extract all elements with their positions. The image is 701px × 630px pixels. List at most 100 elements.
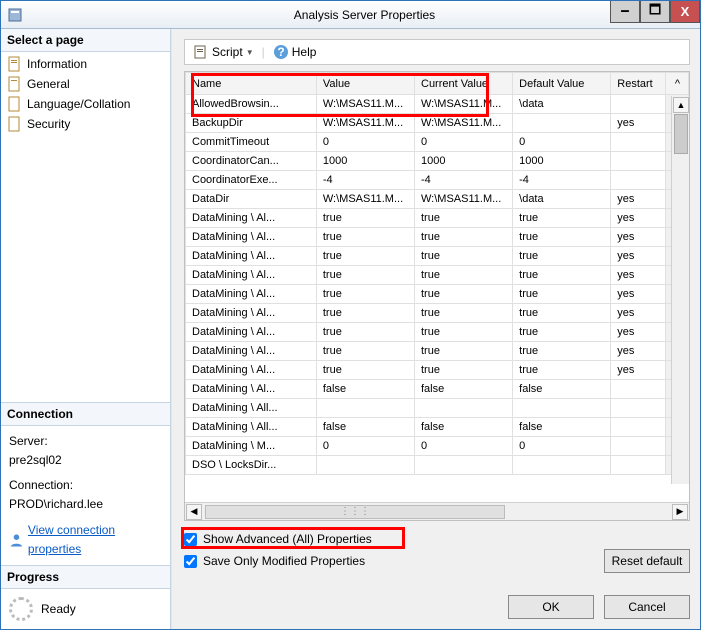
nav-label: General	[27, 77, 70, 91]
cell-value[interactable]: -4	[316, 171, 414, 190]
cell-name: DataMining \ M...	[186, 437, 317, 456]
cell-current	[415, 399, 513, 418]
reset-default-button[interactable]: Reset default	[604, 549, 690, 573]
maximize-button[interactable]: 🗖	[640, 1, 670, 23]
cancel-button[interactable]: Cancel	[604, 595, 690, 619]
cell-value[interactable]: true	[316, 285, 414, 304]
cell-value[interactable]: true	[316, 247, 414, 266]
col-header-value[interactable]: Value	[316, 73, 414, 95]
cell-value[interactable]: true	[316, 209, 414, 228]
table-row[interactable]: DataMining \ Al...truetruetrueyes	[186, 266, 689, 285]
table-row[interactable]: DataMining \ Al...truetruetrueyes	[186, 323, 689, 342]
cell-name: CoordinatorCan...	[186, 152, 317, 171]
show-advanced-input[interactable]	[184, 533, 197, 546]
cell-value[interactable]: W:\MSAS11.M...	[316, 190, 414, 209]
table-row[interactable]: DataMining \ Al...truetruetrueyes	[186, 228, 689, 247]
scroll-left-icon[interactable]: ◀	[186, 504, 202, 520]
view-connection-link[interactable]: View connection properties	[28, 521, 162, 559]
cell-name: DataDir	[186, 190, 317, 209]
cell-value[interactable]: true	[316, 361, 414, 380]
nav-information[interactable]: Information	[1, 54, 170, 74]
cell-value[interactable]: true	[316, 342, 414, 361]
cell-current: true	[415, 209, 513, 228]
scroll-thumb[interactable]	[674, 114, 688, 154]
ok-button[interactable]: OK	[508, 595, 594, 619]
cell-current: true	[415, 285, 513, 304]
close-button[interactable]: X	[670, 1, 700, 23]
nav-label: Information	[27, 57, 87, 71]
cell-value[interactable]: false	[316, 380, 414, 399]
cell-current: false	[415, 380, 513, 399]
cell-def: 0	[513, 437, 611, 456]
cell-value[interactable]: true	[316, 304, 414, 323]
table-row[interactable]: DataMining \ All...	[186, 399, 689, 418]
table-row[interactable]: DataMining \ Al...truetruetrueyes	[186, 342, 689, 361]
script-button[interactable]: Script ▼	[189, 42, 258, 62]
app-icon	[7, 7, 23, 23]
table-row[interactable]: DataMining \ Al...falsefalsefalse	[186, 380, 689, 399]
nav-language[interactable]: Language/Collation	[1, 94, 170, 114]
cell-restart: yes	[611, 323, 666, 342]
col-header-current[interactable]: Current Value	[415, 73, 513, 95]
minimize-button[interactable]: 🗕	[610, 1, 640, 23]
cell-def: true	[513, 304, 611, 323]
cell-value[interactable]	[316, 456, 414, 475]
scroll-right-icon[interactable]: ▶	[672, 504, 688, 520]
table-row[interactable]: DataMining \ Al...truetruetrueyes	[186, 304, 689, 323]
cell-value[interactable]: true	[316, 266, 414, 285]
col-header-name[interactable]: Name	[186, 73, 317, 95]
save-only-input[interactable]	[184, 555, 197, 568]
vertical-scrollbar[interactable]: ▲	[671, 96, 689, 484]
table-row[interactable]: AllowedBrowsin...W:\MSAS11.M...W:\MSAS11…	[186, 95, 689, 114]
cell-def: true	[513, 209, 611, 228]
cell-value[interactable]: W:\MSAS11.M...	[316, 95, 414, 114]
cell-value[interactable]: 0	[316, 133, 414, 152]
user-icon	[9, 532, 24, 548]
table-row[interactable]: CommitTimeout000	[186, 133, 689, 152]
table-row[interactable]: BackupDirW:\MSAS11.M...W:\MSAS11.M...yes	[186, 114, 689, 133]
table-row[interactable]: DataMining \ Al...truetruetrueyes	[186, 247, 689, 266]
table-row[interactable]: CoordinatorExe...-4-4-4	[186, 171, 689, 190]
table-row[interactable]: DataMining \ Al...truetruetrueyes	[186, 285, 689, 304]
table-row[interactable]: CoordinatorCan...100010001000	[186, 152, 689, 171]
cell-value[interactable]: true	[316, 323, 414, 342]
save-only-checkbox[interactable]: Save Only Modified Properties	[184, 551, 365, 571]
col-header-default[interactable]: Default Value	[513, 73, 611, 95]
table-row[interactable]: DataDirW:\MSAS11.M...W:\MSAS11.M...\data…	[186, 190, 689, 209]
cell-name: DataMining \ Al...	[186, 247, 317, 266]
nav-general[interactable]: General	[1, 74, 170, 94]
nav-security[interactable]: Security	[1, 114, 170, 134]
cell-value[interactable]: 1000	[316, 152, 414, 171]
cell-restart: yes	[611, 114, 666, 133]
cell-value[interactable]: W:\MSAS11.M...	[316, 114, 414, 133]
properties-window: Analysis Server Properties 🗕 🗖 X Select …	[0, 0, 701, 630]
cell-def: -4	[513, 171, 611, 190]
properties-grid: Name Value Current Value Default Value R…	[184, 71, 690, 521]
scroll-thumb-h[interactable]: ⋮⋮⋮	[205, 505, 505, 519]
cell-value[interactable]: 0	[316, 437, 414, 456]
cell-name: DataMining \ Al...	[186, 285, 317, 304]
scroll-up-icon[interactable]: ▲	[673, 97, 689, 113]
cell-value[interactable]: false	[316, 418, 414, 437]
cell-current: true	[415, 228, 513, 247]
horizontal-scrollbar[interactable]: ◀ ⋮⋮⋮ ▶	[185, 502, 689, 520]
table-row[interactable]: DataMining \ Al...truetruetrueyes	[186, 209, 689, 228]
script-label: Script	[212, 45, 243, 59]
cell-value[interactable]	[316, 399, 414, 418]
help-button[interactable]: ? Help	[269, 42, 321, 62]
table-row[interactable]: DataMining \ Al...truetruetrueyes	[186, 361, 689, 380]
cell-value[interactable]: true	[316, 228, 414, 247]
cell-name: CommitTimeout	[186, 133, 317, 152]
table-row[interactable]: DSO \ LocksDir...	[186, 456, 689, 475]
show-advanced-checkbox[interactable]: Show Advanced (All) Properties	[184, 529, 690, 549]
col-header-restart[interactable]: Restart	[611, 73, 666, 95]
connection-label: Connection:	[9, 476, 162, 495]
cell-restart: yes	[611, 190, 666, 209]
cell-restart	[611, 380, 666, 399]
col-header-scroll: ^	[665, 73, 688, 95]
cell-current: true	[415, 304, 513, 323]
nav-label: Language/Collation	[27, 97, 130, 111]
table-row[interactable]: DataMining \ All...falsefalsefalse	[186, 418, 689, 437]
table-row[interactable]: DataMining \ M...000	[186, 437, 689, 456]
cell-name: DataMining \ Al...	[186, 323, 317, 342]
